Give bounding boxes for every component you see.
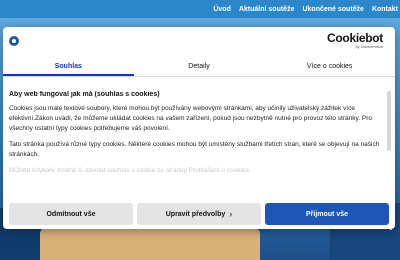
consent-paragraph: Tato stránka používá různé typy cookies.… <box>9 141 380 158</box>
consent-paragraph: Můžete kdykoliv změnit či odvolat souhla… <box>9 167 251 174</box>
main-nav: Úvod Aktuální soutěže Ukončené soutěže K… <box>213 0 400 18</box>
tab-detaily[interactable]: Detaily <box>134 57 265 76</box>
tab-souhlas[interactable]: Souhlas <box>3 57 134 76</box>
deny-all-label: Odmítnout vše <box>46 210 96 218</box>
cookie-consent-dialog: Cookiebot by Usercentrics Souhlas Detail… <box>3 27 395 229</box>
nav-item-kontakt[interactable]: Kontakt <box>372 6 398 13</box>
chevron-right-icon: › <box>229 208 233 219</box>
consent-buttons: Odmítnout vše Upravit předvolby › Přijmo… <box>9 203 389 225</box>
consent-paragraph: Cookies jsou malé textové soubory, které… <box>9 105 372 132</box>
customize-label: Upravit předvolby <box>165 210 226 218</box>
dialog-header: Cookiebot by Usercentrics <box>3 27 395 55</box>
consent-heading: Aby web fungoval jak má (souhlas s cooki… <box>9 91 160 98</box>
accept-all-label: Přijmout vše <box>305 210 348 218</box>
nav-item-uvod[interactable]: Úvod <box>213 6 231 13</box>
cookie-icon <box>9 36 19 46</box>
tab-vice-o-cookies[interactable]: Více o cookies <box>264 57 395 76</box>
cookiebot-logo: Cookiebot by Usercentrics <box>327 32 383 49</box>
background-decoration <box>40 228 260 260</box>
customize-button[interactable]: Upravit předvolby › <box>137 203 261 225</box>
consent-text: Aby web fungoval jak má (souhlas s cooki… <box>9 91 389 191</box>
site-header: Úvod Aktuální soutěže Ukončené soutěže K… <box>0 0 400 18</box>
accept-all-button[interactable]: Přijmout vše <box>265 203 389 225</box>
scrollbar[interactable] <box>387 91 391 151</box>
brand-name: Cookiebot <box>327 31 383 45</box>
nav-item-aktualni-souteze[interactable]: Aktuální soutěže <box>239 6 295 13</box>
deny-all-button[interactable]: Odmítnout vše <box>9 203 133 225</box>
dialog-tabs: Souhlas Detaily Více o cookies <box>3 57 395 77</box>
nav-item-ukoncene-souteze[interactable]: Ukončené soutěže <box>302 6 363 13</box>
